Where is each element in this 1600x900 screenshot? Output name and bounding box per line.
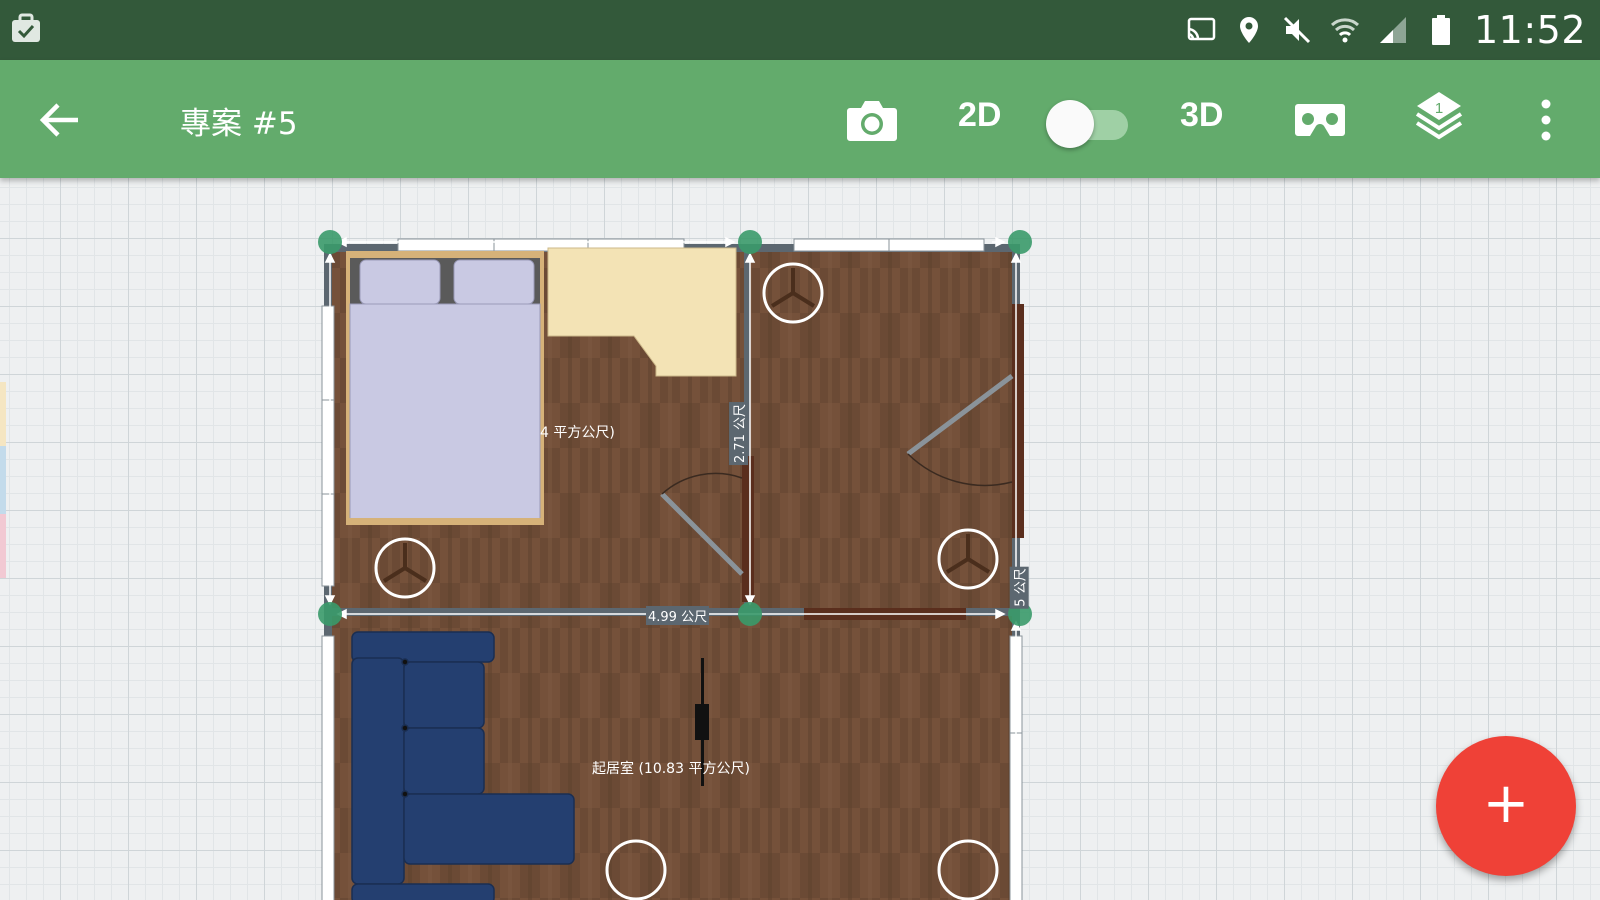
dimension-horizontal: 4.99 公尺 — [646, 606, 710, 625]
back-arrow-icon[interactable] — [36, 96, 84, 144]
room-floor-right[interactable] — [748, 250, 1014, 614]
more-options-icon[interactable] — [1532, 96, 1560, 144]
vr-headset-icon[interactable] — [1294, 100, 1346, 140]
mode-3d-label[interactable]: 3D — [1180, 96, 1223, 135]
signal-icon — [1378, 15, 1408, 45]
location-pin-icon — [1234, 15, 1264, 45]
battery-icon — [1426, 15, 1456, 45]
layers-icon[interactable]: 1 — [1414, 90, 1464, 146]
layer-number: 1 — [1434, 100, 1444, 117]
camera-icon[interactable] — [846, 98, 898, 142]
add-fab-button[interactable]: + — [1436, 736, 1576, 876]
mute-icon — [1282, 15, 1312, 45]
bed[interactable] — [346, 251, 544, 525]
view-mode-toggle[interactable] — [1046, 100, 1128, 148]
project-title: 專案 #5 — [180, 106, 298, 142]
mode-2d-label[interactable]: 2D — [958, 96, 1001, 135]
briefcase-check-icon — [10, 12, 42, 46]
bedroom-area-label[interactable]: 4 平方公尺) — [540, 422, 615, 442]
dimension-vertical: 2.71 公尺 — [729, 401, 749, 466]
cast-icon — [1186, 15, 1216, 45]
living-room-label[interactable]: 起居室 (10.83 平方公尺) — [592, 758, 750, 778]
wifi-icon — [1330, 15, 1360, 45]
floor-plan-drawing[interactable] — [0, 178, 1600, 900]
status-time: 11:52 — [1473, 8, 1586, 52]
app-bar: 專案 #5 2D 3D 1 — [0, 60, 1600, 178]
dimension-right: 5 公尺 — [1009, 566, 1029, 609]
toggle-knob — [1046, 100, 1094, 148]
plus-icon: + — [1482, 771, 1530, 836]
status-bar: 11:52 — [0, 0, 1600, 60]
floor-plan-canvas[interactable]: 4 平方公尺) 起居室 (10.83 平方公尺) 4.99 公尺 2.71 公尺… — [0, 178, 1600, 900]
